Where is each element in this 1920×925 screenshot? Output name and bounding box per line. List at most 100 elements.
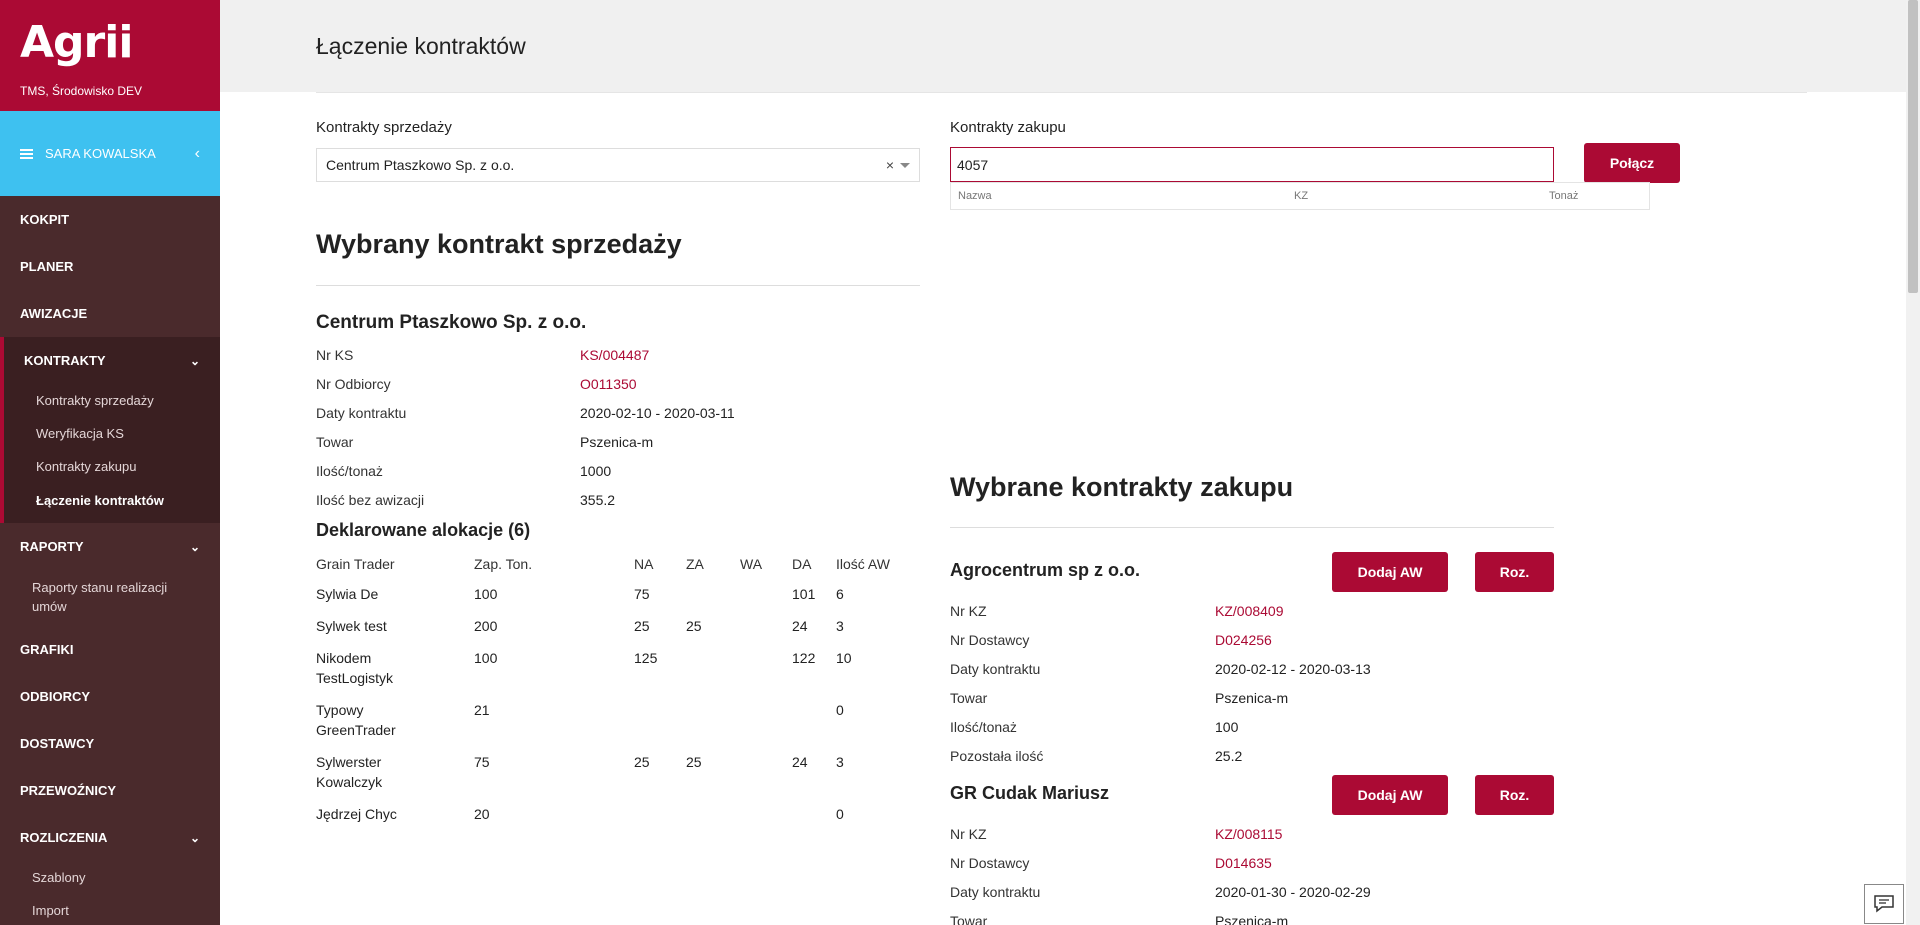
close-icon[interactable]: × [886, 157, 894, 173]
dropdown-col-kz: KZ [1294, 190, 1309, 202]
nav-grafiki[interactable]: GRAFIKI [0, 626, 220, 673]
nav-awizacje[interactable]: AWIZACJE [0, 290, 220, 337]
roz-button[interactable]: Roz. [1475, 775, 1554, 815]
nr-ks-link[interactable]: KS/004487 [580, 347, 649, 363]
cell [792, 694, 836, 746]
field-row: Towar Pszenica-m [950, 683, 1554, 712]
table-row: Typowy GreenTrader 21 0 [316, 694, 920, 746]
field-label: Nr KZ [950, 602, 987, 619]
cell: 0 [836, 702, 844, 718]
cell: Sylwia De [316, 586, 379, 602]
add-aw-button[interactable]: Dodaj AW [1332, 552, 1448, 592]
field-value: 25.2 [1215, 747, 1243, 764]
field-label: Nr Dostawcy [950, 631, 1030, 648]
field-row: Towar Pszenica-m [950, 906, 1554, 925]
cell: 200 [474, 618, 498, 634]
feedback-icon[interactable] [1864, 884, 1904, 924]
field-label: Towar [316, 433, 354, 450]
brand-panel: Agrii TMS, Środowisko DEV [0, 0, 220, 111]
cell: 0 [836, 806, 844, 822]
field-row: Towar Pszenica-m [316, 427, 920, 456]
page-header: Łączenie kontraktów [220, 0, 1906, 92]
nav-rozliczenia-label: ROZLICZENIA [20, 830, 108, 845]
nav-raporty-stanu[interactable]: Raporty stanu realizacji umów [0, 570, 200, 624]
field-row: Daty kontraktu 2020-02-12 - 2020-03-13 [950, 654, 1554, 683]
hamburger-icon[interactable] [20, 148, 33, 159]
nav-kontrakty-zakupu[interactable]: Kontrakty zakupu [4, 450, 220, 483]
field-label: Towar [950, 912, 988, 925]
nav-rozliczenia[interactable]: ROZLICZENIA ⌄ [0, 814, 220, 861]
page-title: Łączenie kontraktów [316, 33, 526, 59]
field-value: 2020-02-12 - 2020-03-13 [1215, 660, 1371, 677]
user-name: SARA KOWALSKA [45, 146, 156, 161]
chevron-down-icon: ⌄ [189, 539, 200, 554]
nr-dostawcy-link[interactable]: D024256 [1215, 632, 1272, 648]
nr-kz-link[interactable]: KZ/008115 [1215, 826, 1282, 842]
table-row: Sylwek test 200 25 25 24 3 [316, 610, 920, 642]
nav-kontrakty-label: KONTRAKTY [24, 353, 106, 368]
field-value: 100 [1215, 718, 1239, 735]
nav-odbiorcy[interactable]: ODBIORCY [0, 673, 220, 720]
nav-kontrakty[interactable]: KONTRAKTY ⌄ [4, 337, 220, 384]
search-results-dropdown[interactable]: Nazwa KZ Tonaż [950, 182, 1650, 210]
field-row: Ilość bez awizacji 355.2 [316, 485, 920, 514]
cell: 20 [474, 806, 490, 822]
nav-dostawcy[interactable]: DOSTAWCY [0, 720, 220, 767]
allocations-table: Grain Trader Zap. Ton. NA ZA WA DA Ilość… [316, 550, 920, 830]
header-divider [316, 92, 1807, 93]
cell: 25 [634, 618, 650, 634]
field-row: Ilość/tonaż 1000 [316, 456, 920, 485]
col-header: NA [634, 556, 654, 572]
caret-down-icon[interactable] [900, 162, 910, 168]
nav-raporty[interactable]: RAPORTY ⌄ [0, 523, 220, 570]
nr-odbiorcy-link[interactable]: O011350 [580, 376, 637, 392]
chevron-left-icon[interactable]: ‹ [195, 145, 200, 163]
cell: 75 [634, 586, 650, 602]
field-row: Daty kontraktu 2020-02-10 - 2020-03-11 [316, 398, 920, 427]
purchase-search-input[interactable] [950, 147, 1554, 182]
cell: 3 [836, 618, 844, 634]
nav-szablony[interactable]: Szablony [0, 861, 220, 894]
cell: 100 [474, 586, 498, 602]
cell: 25 [686, 618, 702, 634]
nr-dostawcy-link[interactable]: D014635 [1215, 855, 1272, 871]
scrollbar-thumb[interactable] [1908, 0, 1918, 293]
connect-button[interactable]: Połącz [1584, 143, 1680, 183]
cell: Typowy GreenTrader [316, 702, 396, 738]
divider [316, 285, 920, 286]
user-bar[interactable]: SARA KOWALSKA ‹ [0, 111, 220, 196]
page-scrollbar[interactable] [1906, 0, 1920, 925]
nav-import[interactable]: Import [0, 894, 220, 925]
cell [634, 798, 686, 830]
nav-weryfikacja-ks[interactable]: Weryfikacja KS [4, 417, 220, 450]
nav-przewoznicy[interactable]: PRZEWOŹNICY [0, 767, 220, 814]
roz-button[interactable]: Roz. [1475, 552, 1554, 592]
cell [686, 578, 740, 610]
nav-kokpit[interactable]: KOKPIT [0, 196, 220, 243]
cell: 10 [836, 650, 852, 666]
nav-laczenie-kontraktow[interactable]: Łączenie kontraktów [4, 483, 220, 523]
cell: 100 [474, 650, 498, 666]
purchase-contracts-label: Kontrakty zakupu [950, 119, 1066, 136]
nav-kontrakty-sprzedazy[interactable]: Kontrakty sprzedaży [4, 384, 220, 417]
sales-contract-select[interactable]: Centrum Ptaszkowo Sp. z o.o. × [316, 148, 920, 182]
col-header: DA [792, 556, 812, 572]
table-row: Sylwia De 100 75 101 6 [316, 578, 920, 610]
add-aw-button[interactable]: Dodaj AW [1332, 775, 1448, 815]
field-value: Pszenica-m [1215, 912, 1289, 925]
field-value: 1000 [580, 462, 612, 479]
cell: Jędrzej Chyc [316, 806, 397, 822]
field-label: Nr Odbiorcy [316, 375, 391, 392]
agrii-logo[interactable]: Agrii [20, 18, 200, 68]
field-label: Daty kontraktu [950, 660, 1041, 677]
nav-planer[interactable]: PLANER [0, 243, 220, 290]
table-row: Nikodem TestLogistyk 100 125 122 10 [316, 642, 920, 694]
cell [740, 746, 792, 798]
sales-contract-selected: Centrum Ptaszkowo Sp. z o.o. [326, 157, 515, 173]
col-header: WA [740, 556, 763, 572]
nr-kz-link[interactable]: KZ/008409 [1215, 603, 1284, 619]
field-row: Nr KZ KZ/008409 [950, 596, 1554, 625]
cell: 25 [634, 754, 650, 770]
cell [686, 694, 740, 746]
field-label: Towar [950, 689, 988, 706]
